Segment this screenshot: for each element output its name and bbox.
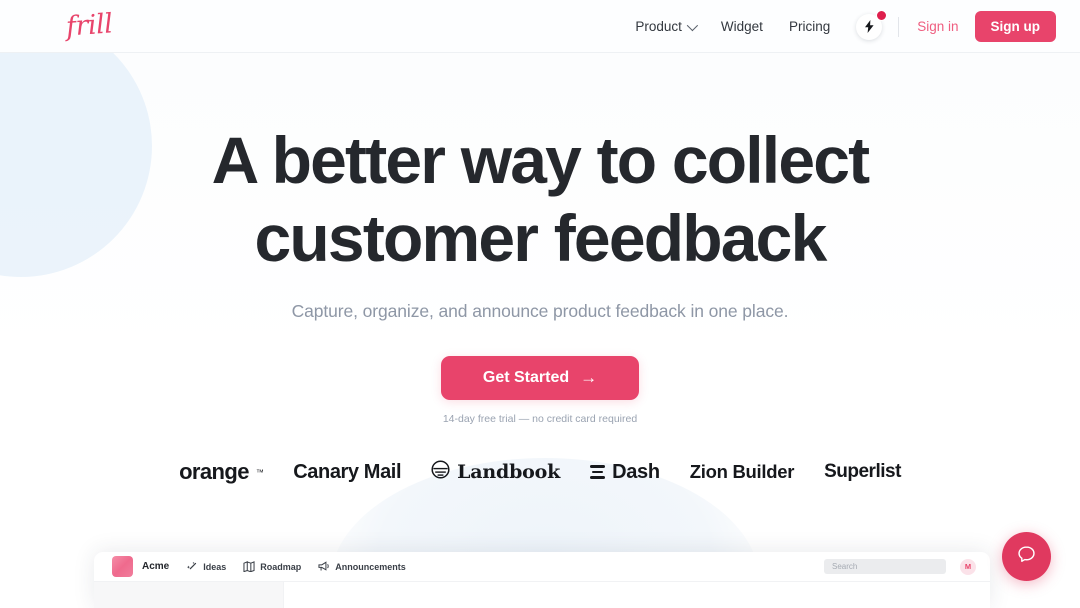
app-tab-announcements[interactable]: Announcements: [318, 561, 406, 572]
globe-icon: [431, 460, 450, 484]
brand-logo-zion-builder-label: Zion Builder: [689, 461, 795, 482]
page-root: frill Product Widget Pricing Sign in Sig…: [0, 0, 1080, 608]
hero-section: A better way to collect customer feedbac…: [0, 53, 1080, 485]
app-tab-announcements-label: Announcements: [335, 561, 406, 572]
brand-logo-landbook: Landbook: [431, 460, 560, 484]
brand-logo-landbook-label: Landbook: [457, 461, 561, 483]
support-chat-button[interactable]: [1002, 532, 1051, 581]
headline-line-2: customer feedback: [254, 201, 828, 275]
nav-divider: [898, 16, 900, 37]
sign-up-button[interactable]: Sign up: [974, 11, 1056, 42]
brand-logo-zion-builder: Zion Builder: [689, 461, 795, 483]
magic-wand-icon: [187, 561, 198, 572]
brand-logo-canary-mail-label: Canary Mail: [293, 460, 402, 483]
brand-logo-orange-label: orange: [179, 459, 249, 484]
page-title: A better way to collect customer feedbac…: [0, 121, 1080, 277]
changelog-bolt-button[interactable]: [856, 9, 888, 40]
megaphone-icon: [318, 561, 330, 572]
avatar[interactable]: M: [960, 558, 976, 575]
cta-container: Get Started →: [0, 356, 1080, 400]
search-input[interactable]: [824, 559, 946, 574]
brand-logo-dash-label: Dash: [612, 460, 660, 483]
nav-item-product-label: Product: [635, 19, 682, 34]
sign-in-link[interactable]: Sign in: [917, 19, 958, 34]
brand-logo-dash: Dash: [590, 461, 660, 484]
brand-logo-superlist: Superlist: [824, 461, 901, 483]
customer-logo-strip: orange ™ Canary Mail Landbook Dash Zion …: [0, 459, 1080, 485]
trial-note: 14-day free trial — no credit card requi…: [442, 413, 638, 425]
app-preview-card: Acme Ideas Roadmap Announcements Search …: [94, 552, 990, 608]
nav-item-product[interactable]: Product: [635, 19, 698, 34]
app-preview-main: [284, 582, 990, 608]
app-tab-roadmap[interactable]: Roadmap: [243, 561, 301, 572]
app-tab-ideas[interactable]: Ideas: [187, 561, 226, 572]
main-navigation: Product Widget Pricing Sign in Sign up: [635, 0, 1056, 53]
app-tab-roadmap-label: Roadmap: [260, 561, 302, 572]
brand-logo-canary-mail: Canary Mail: [293, 461, 401, 484]
nav-item-widget[interactable]: Widget: [721, 19, 763, 34]
arrow-right-icon: →: [580, 368, 598, 387]
nav-item-pricing[interactable]: Pricing: [789, 19, 830, 34]
dash-lines-icon: [590, 465, 606, 479]
headline-line-1: A better way to collect: [211, 123, 870, 197]
app-tab-ideas-label: Ideas: [203, 561, 227, 572]
brand-logo-orange: orange ™: [179, 459, 264, 485]
get-started-label: Get Started: [482, 369, 570, 386]
frill-logo[interactable]: frill: [65, 5, 114, 46]
get-started-button[interactable]: Get Started →: [440, 356, 640, 400]
trademark-symbol: ™: [255, 467, 264, 477]
app-preview-body: [94, 582, 990, 608]
chat-bubble-icon: [1016, 544, 1037, 570]
chevron-down-icon: [686, 19, 698, 31]
notification-badge: [876, 9, 888, 21]
workspace-name: Acme: [142, 561, 170, 572]
site-header: frill Product Widget Pricing Sign in Sig…: [0, 0, 1080, 53]
map-icon: [243, 561, 255, 572]
app-preview-sidebar: [94, 582, 284, 608]
brand-logo-superlist-label: Superlist: [824, 461, 901, 482]
app-preview-topbar: Acme Ideas Roadmap Announcements Search …: [94, 552, 990, 582]
acme-square-logo: [112, 556, 133, 577]
hero-subheadline: Capture, organize, and announce product …: [291, 301, 789, 321]
